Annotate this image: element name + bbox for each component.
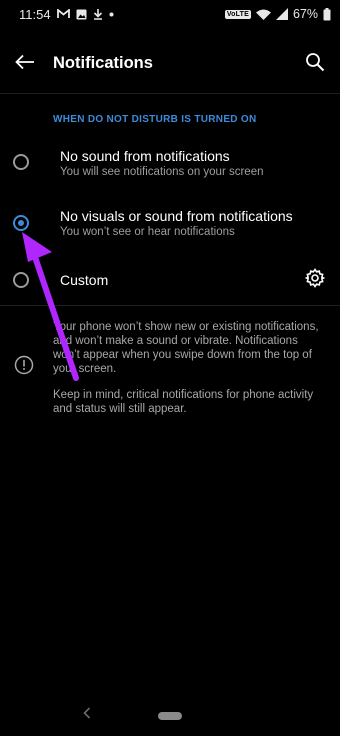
custom-settings-button[interactable]	[304, 267, 326, 293]
option-no-visuals-or-sound[interactable]: No visuals or sound from notifications Y…	[0, 200, 340, 250]
option-title: No sound from notifications	[60, 148, 230, 164]
option-title: Custom	[60, 272, 109, 288]
signal-icon	[275, 8, 288, 20]
radio-custom[interactable]	[13, 272, 29, 288]
notification-dot-icon	[109, 12, 114, 17]
volte-badge: VoLTE	[224, 9, 251, 19]
nav-back-button[interactable]	[80, 707, 94, 723]
gear-icon	[304, 267, 326, 293]
info-text-primary: Your phone won’t show new or existing no…	[53, 321, 319, 375]
radio-no-sound[interactable]	[13, 154, 29, 170]
section-header: WHEN DO NOT DISTURB IS TURNED ON	[53, 114, 257, 125]
option-custom[interactable]: Custom	[0, 262, 340, 298]
option-subtitle: You will see notifications on your scree…	[60, 166, 264, 178]
options-divider	[0, 305, 340, 306]
status-bar-left: 11:54	[0, 7, 114, 22]
search-icon	[305, 52, 325, 77]
status-bar: 11:54 VoLTE 67%	[0, 0, 340, 28]
status-bar-right: VoLTE 67%	[224, 7, 340, 21]
arrow-left-icon	[15, 54, 35, 75]
back-button[interactable]	[12, 52, 38, 76]
wifi-icon	[255, 9, 271, 20]
screen: 11:54 VoLTE 67% Notifications WHEN DO NO…	[0, 0, 340, 736]
search-button[interactable]	[302, 52, 328, 76]
option-title: No visuals or sound from notifications	[60, 208, 293, 224]
app-bar: Notifications	[0, 40, 340, 88]
battery-percent: 67%	[292, 7, 318, 21]
chevron-left-icon	[83, 706, 91, 724]
home-pill-button[interactable]	[158, 712, 182, 720]
download-icon	[93, 8, 103, 20]
battery-icon	[323, 7, 331, 21]
info-text-secondary: Keep in mind, critical notifications for…	[53, 389, 314, 415]
option-subtitle: You won’t see or hear notifications	[60, 226, 235, 238]
page-title: Notifications	[53, 54, 153, 72]
app-bar-divider	[0, 93, 340, 94]
option-no-sound[interactable]: No sound from notifications You will see…	[0, 140, 340, 190]
gmail-icon	[56, 9, 70, 19]
radio-no-visuals-or-sound[interactable]	[13, 215, 29, 231]
image-icon	[76, 9, 87, 20]
info-icon	[14, 355, 34, 375]
status-time: 11:54	[19, 6, 51, 22]
